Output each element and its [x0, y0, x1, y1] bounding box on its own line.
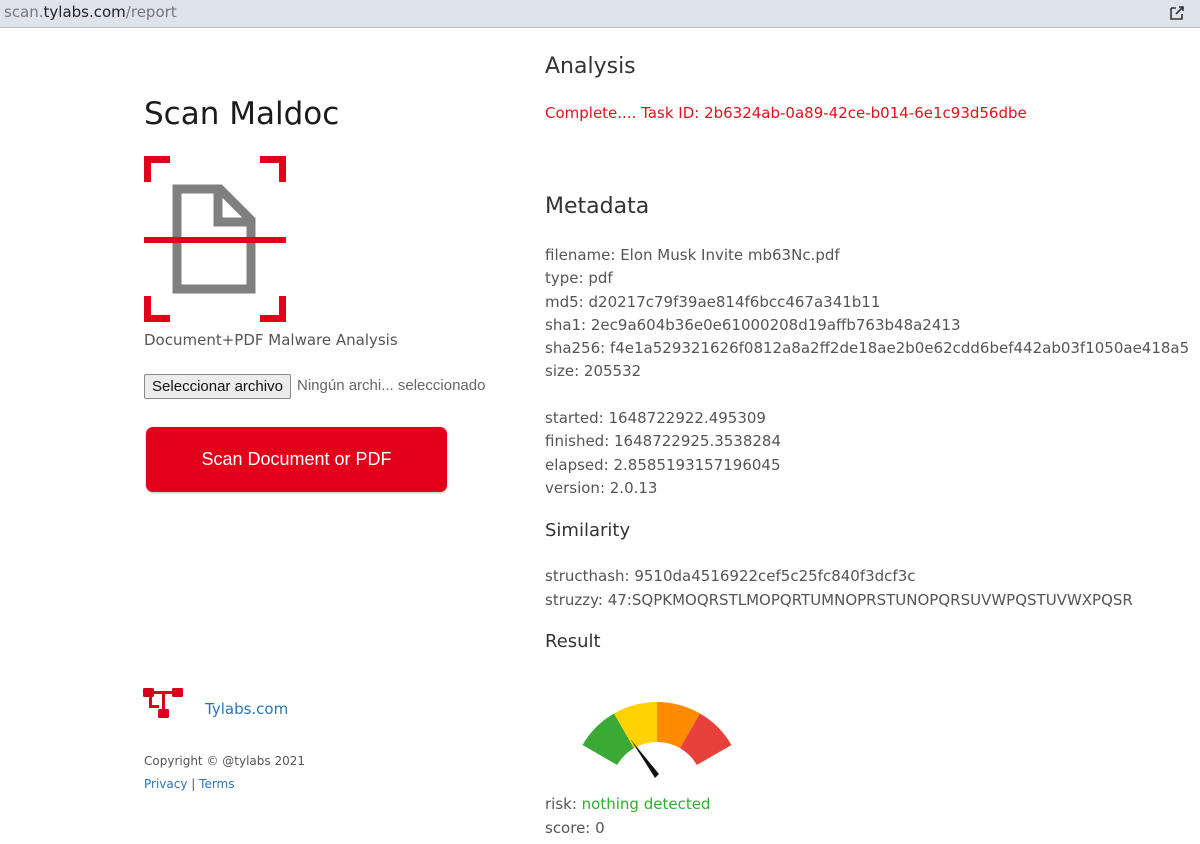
risk-value: nothing detected	[581, 795, 711, 813]
page-title: Scan Maldoc	[144, 96, 340, 132]
share-edit-icon[interactable]	[1168, 4, 1186, 22]
meta-elapsed: elapsed: 2.8585193157196045	[545, 455, 781, 474]
analysis-heading: Analysis	[545, 54, 636, 79]
sim-structhash: structhash: 9510da4516922cef5c25fc840f3d…	[545, 567, 916, 585]
choose-file-button[interactable]: Seleccionar archivo	[144, 374, 291, 399]
risk-line: risk: nothing detected	[545, 795, 710, 813]
metadata-list: filename: Elon Musk Invite mb63Nc.pdf ty…	[545, 244, 1189, 500]
risk-label: risk:	[545, 795, 582, 813]
url-subdomain: scan.	[4, 3, 44, 21]
tylabs-link[interactable]: Tylabs.com	[205, 700, 288, 718]
meta-spacer	[545, 384, 1189, 407]
meta-finished: finished: 1648722925.3538284	[545, 432, 782, 451]
meta-type: type: pdf	[545, 269, 613, 288]
url-path: /report	[125, 3, 177, 21]
sim-struzzy: struzzy: 47:SQPKMOQRSTLMOPQRTUMNOPRSTUNO…	[545, 590, 1133, 609]
file-status-text: Ningún archi... seleccionado	[297, 377, 486, 394]
gauge-needle	[630, 739, 659, 779]
meta-md5: md5: d20217c79f39ae814f6bcc467a341b11	[545, 292, 881, 311]
metadata-heading: Metadata	[545, 194, 650, 219]
terms-link[interactable]: Terms	[199, 777, 234, 791]
footer-separator: |	[191, 777, 196, 791]
url-text[interactable]: scan.tylabs.com/report	[4, 3, 177, 21]
similarity-heading: Similarity	[545, 520, 631, 541]
task-status: Complete.... Task ID: 2b6324ab-0a89-42ce…	[545, 104, 1027, 122]
url-host: tylabs.com	[43, 3, 126, 21]
copyright-text: Copyright © @tylabs 2021	[144, 754, 305, 768]
meta-started: started: 1648722922.495309	[545, 409, 766, 428]
meta-version: version: 2.0.13	[545, 478, 658, 497]
score-text: score: 0	[545, 819, 605, 837]
meta-filename: filename: Elon Musk Invite mb63Nc.pdf	[545, 246, 840, 264]
scan-button[interactable]: Scan Document or PDF	[146, 427, 447, 492]
network-nodes-icon[interactable]	[143, 686, 185, 720]
document-scan-icon	[144, 156, 286, 322]
page-subtitle: Document+PDF Malware Analysis	[144, 331, 398, 349]
risk-gauge-icon	[582, 702, 732, 779]
footer-links: Privacy | Terms	[144, 777, 235, 791]
meta-sha1: sha1: 2ec9a604b36e0e61000208d19affb763b4…	[545, 315, 961, 334]
similarity-list: structhash: 9510da4516922cef5c25fc840f3d…	[545, 565, 1133, 612]
meta-size: size: 205532	[545, 362, 642, 381]
meta-sha256: sha256: f4e1a529321626f0812a8a2ff2de18ae…	[545, 339, 1190, 358]
browser-address-bar[interactable]: scan.tylabs.com/report	[0, 0, 1200, 28]
result-heading: Result	[545, 631, 601, 652]
privacy-link[interactable]: Privacy	[144, 777, 187, 791]
